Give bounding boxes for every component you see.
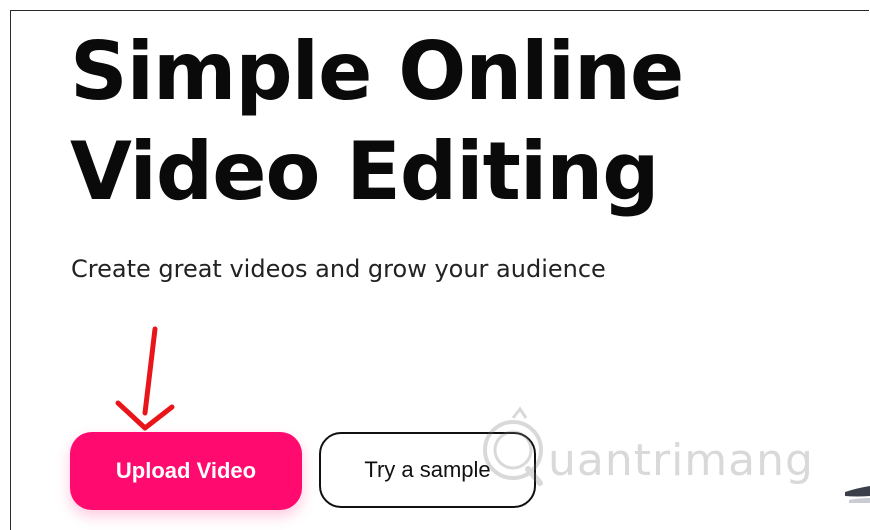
hero-title-line-1: Simple Online: [70, 25, 684, 118]
upload-video-button[interactable]: Upload Video: [70, 432, 302, 510]
hero-title-line-2: Video Editing: [70, 125, 659, 218]
corner-device-edge-icon: [845, 486, 870, 503]
red-arrow-annotation-icon: [115, 326, 175, 431]
try-sample-button[interactable]: Try a sample: [319, 432, 536, 508]
hero-subtitle: Create great videos and grow your audien…: [71, 255, 606, 283]
hero-title: Simple Online Video Editing: [70, 22, 684, 222]
